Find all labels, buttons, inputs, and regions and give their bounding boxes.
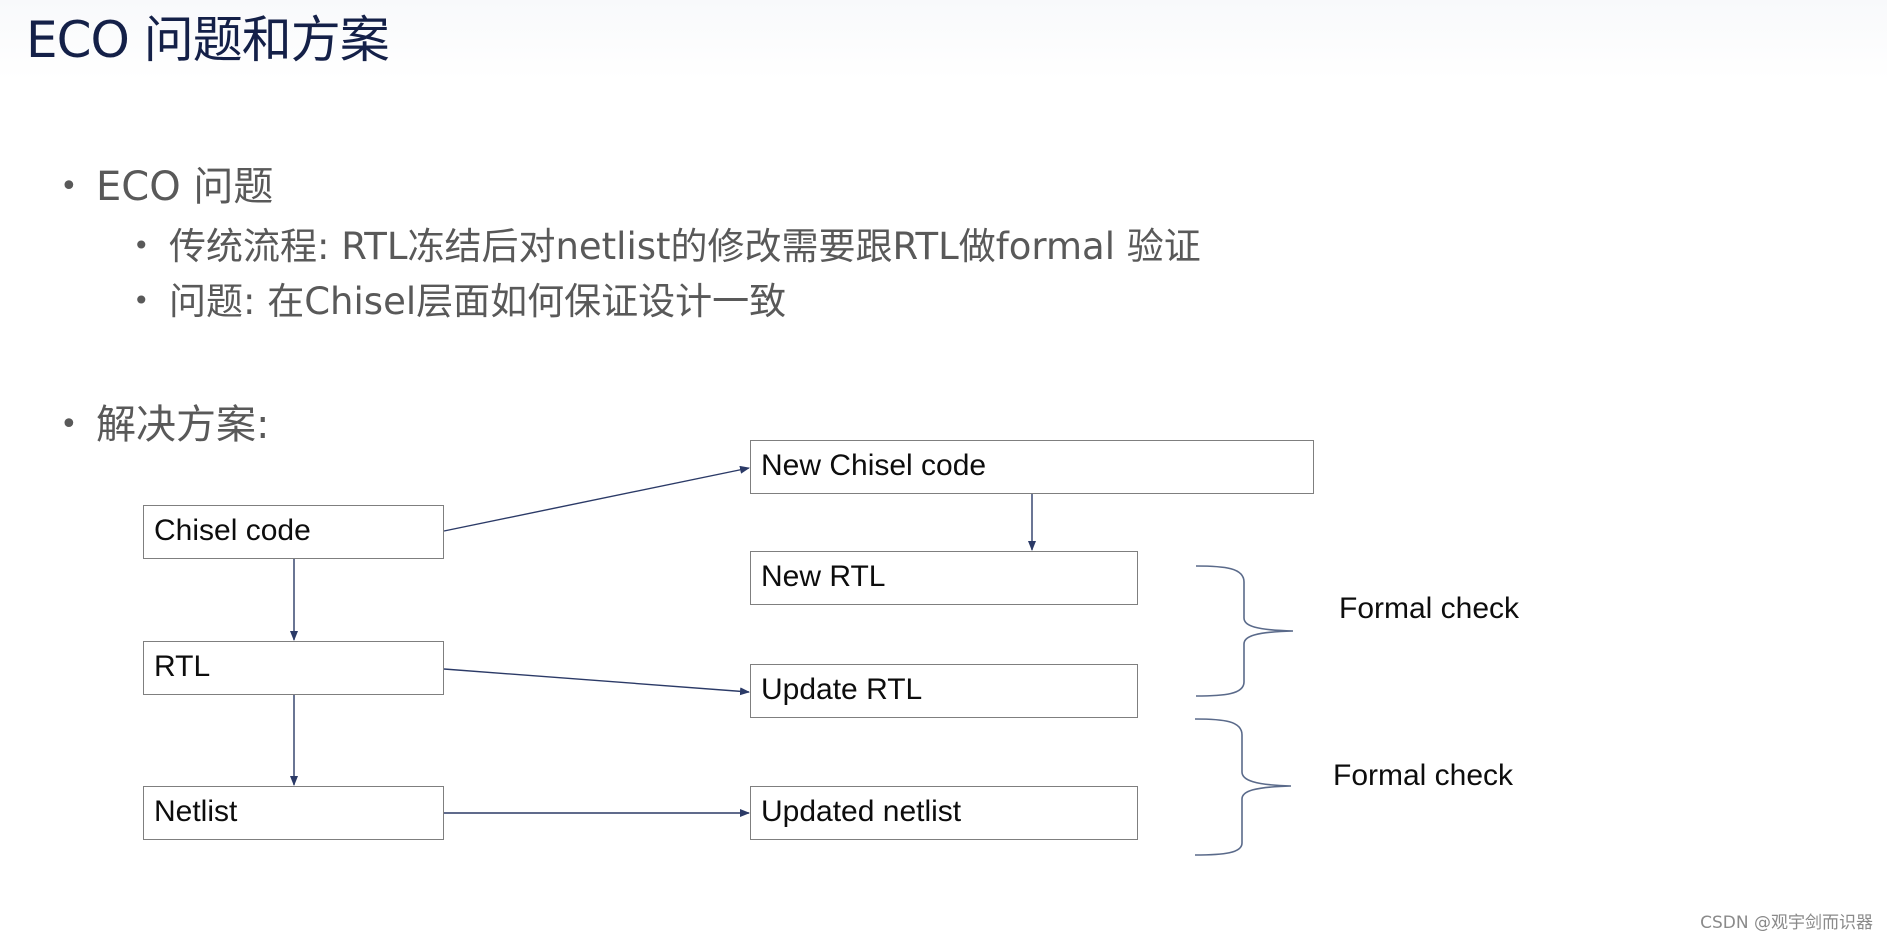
bullet-dot-icon: •	[60, 407, 78, 442]
formal-check-label-2: Formal check	[1333, 759, 1514, 792]
bullet-text: ECO 问题	[96, 164, 274, 210]
node-update-rtl: Update RTL	[750, 664, 1138, 718]
node-netlist: Netlist	[143, 786, 444, 840]
bullet-traditional-flow: • 传统流程: RTL冻结后对netlist的修改需要跟RTL做formal 验证	[133, 222, 1201, 271]
formal-check-label-1: Formal check	[1339, 592, 1520, 625]
bullet-question: • 问题: 在Chisel层面如何保证设计一致	[133, 277, 786, 326]
bullet-dot-icon: •	[133, 284, 150, 317]
brace-icon-formal-check-1	[1195, 565, 1294, 697]
watermark: CSDN @观宇剑而识器	[1700, 913, 1873, 933]
slide-title: ECO 问题和方案	[26, 11, 390, 69]
bullet-eco-problem: • ECO 问题	[60, 162, 273, 212]
node-updated-netlist: Updated netlist	[750, 786, 1138, 840]
bullet-text: 传统流程: RTL冻结后对netlist的修改需要跟RTL做formal 验证	[169, 225, 1201, 268]
bullet-text: 解决方案:	[96, 402, 270, 448]
brace-icon-formal-check-2	[1194, 718, 1292, 856]
bullet-dot-icon: •	[60, 169, 78, 204]
arrow-chisel-to-new-chisel	[443, 465, 750, 532]
node-rtl: RTL	[143, 641, 444, 695]
node-new-chisel-code: New Chisel code	[750, 440, 1314, 494]
bullet-text: 问题: 在Chisel层面如何保证设计一致	[169, 280, 787, 323]
bullet-solution: • 解决方案:	[60, 400, 269, 450]
node-new-rtl: New RTL	[750, 551, 1138, 605]
arrow-rtl-to-update-rtl	[443, 668, 750, 696]
node-chisel-code: Chisel code	[143, 505, 444, 559]
bullet-dot-icon: •	[133, 229, 150, 262]
